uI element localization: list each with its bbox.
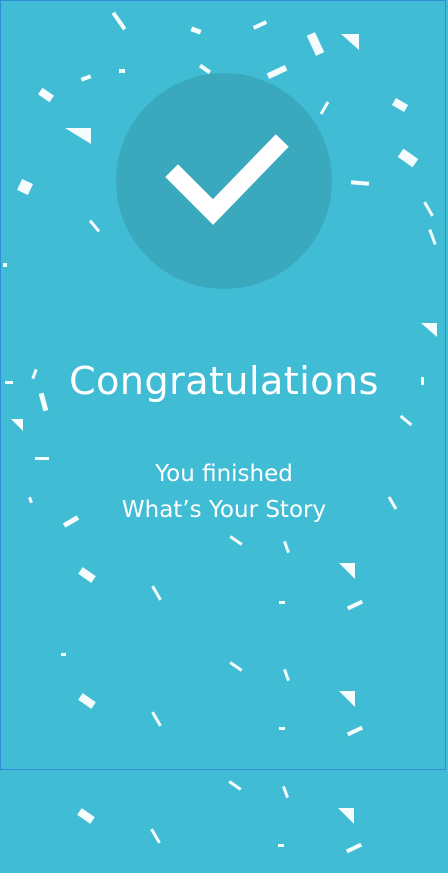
confetti-piece — [78, 693, 96, 709]
confetti-piece — [78, 567, 96, 583]
confetti-piece — [428, 228, 437, 246]
confetti-piece — [423, 201, 434, 217]
confetti-piece — [306, 32, 325, 56]
confetti-piece — [283, 668, 290, 682]
confetti-piece — [3, 263, 7, 267]
confetti-piece — [279, 601, 285, 604]
confetti-piece — [11, 419, 23, 431]
confetti-piece — [278, 844, 284, 847]
subtitle-line-1: You finished — [155, 461, 293, 487]
completion-subtitle: You finished What’s Your Story — [1, 456, 445, 528]
confetti-piece — [399, 414, 413, 427]
background-overflow — [0, 772, 448, 873]
confetti-piece — [345, 842, 363, 854]
confetti-piece — [111, 11, 127, 31]
confetti-piece — [338, 808, 354, 824]
confetti-piece — [346, 599, 364, 611]
completion-title: Congratulations — [69, 359, 379, 403]
confetti-piece — [229, 661, 243, 672]
confetti-piece — [346, 725, 364, 737]
confetti-piece — [339, 691, 355, 707]
confetti-piece — [65, 128, 91, 144]
success-badge — [116, 73, 332, 289]
confetti-piece — [77, 808, 95, 824]
confetti-piece — [252, 20, 268, 30]
confetti-piece — [151, 711, 162, 727]
confetti-piece — [397, 148, 419, 168]
confetti-piece — [350, 180, 370, 186]
subtitle-line-2: What’s Your Story — [121, 497, 327, 523]
confetti-piece — [190, 26, 202, 35]
confetti-piece — [61, 653, 66, 656]
confetti-piece — [150, 828, 161, 844]
confetti-piece — [279, 727, 285, 730]
confetti-piece — [228, 780, 242, 791]
confetti-piece — [339, 563, 355, 579]
checkmark-icon — [165, 134, 289, 225]
confetti-piece — [421, 323, 437, 337]
confetti-piece — [391, 98, 409, 112]
confetti-piece — [282, 785, 289, 799]
confetti-piece — [88, 219, 101, 233]
completion-screen: Congratulations You finished What’s Your… — [0, 0, 446, 770]
confetti-piece — [229, 535, 243, 546]
confetti-piece — [37, 87, 55, 103]
confetti-piece — [341, 34, 359, 50]
confetti-piece — [80, 74, 92, 82]
confetti-piece — [283, 540, 290, 554]
confetti-piece — [151, 585, 162, 601]
confetti-piece — [17, 179, 33, 195]
